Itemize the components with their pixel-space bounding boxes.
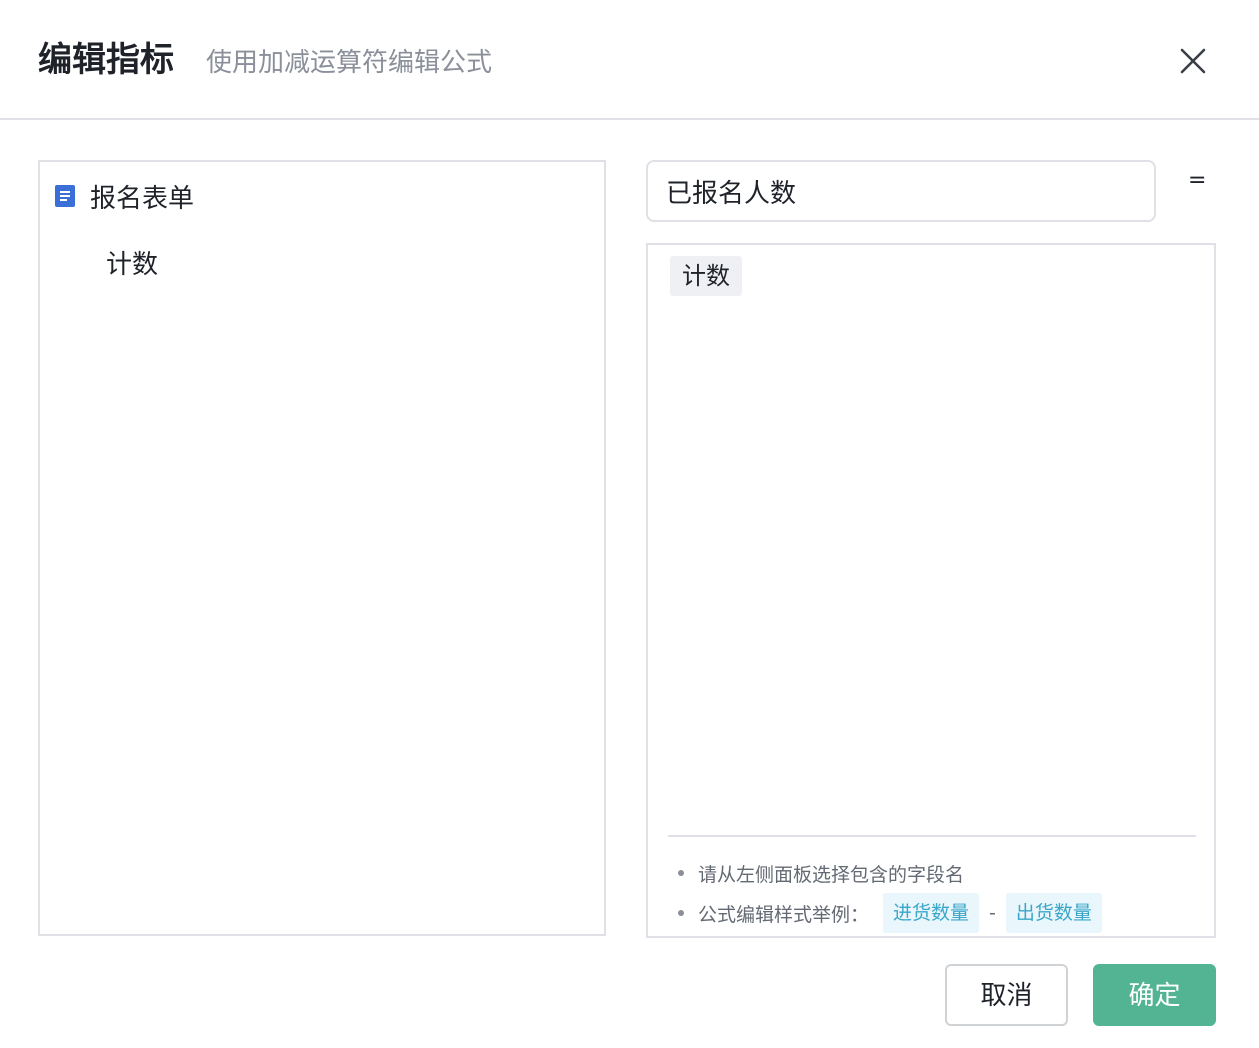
bullet-icon xyxy=(678,910,684,916)
example-operator: - xyxy=(989,902,996,924)
form-name: 报名表单 xyxy=(90,183,195,214)
confirm-button[interactable]: 确定 xyxy=(1093,964,1216,1026)
dialog-header: 编辑指标 使用加减运算符编辑公式 xyxy=(0,0,1259,120)
bullet-icon xyxy=(678,870,684,876)
edit-metric-dialog: 编辑指标 使用加减运算符编辑公式 报名表单 计数 = xyxy=(0,0,1259,1048)
tip-item: 公式编辑样式举例： 进货数量 - 出货数量 xyxy=(668,893,1196,933)
cancel-button[interactable]: 取消 xyxy=(945,964,1068,1026)
form-group-header: 报名表单 xyxy=(54,178,194,214)
document-icon xyxy=(54,184,76,208)
close-icon[interactable] xyxy=(1172,40,1214,82)
dialog-title: 编辑指标 xyxy=(38,40,174,80)
field-source-panel: 报名表单 计数 xyxy=(38,160,606,936)
metric-name-input[interactable] xyxy=(648,162,1154,220)
equals-sign: = xyxy=(1188,168,1207,193)
tip-text: 请从左侧面板选择包含的字段名 xyxy=(698,863,965,886)
dialog-subtitle: 使用加减运算符编辑公式 xyxy=(206,48,493,78)
formula-tips: 请从左侧面板选择包含的字段名 公式编辑样式举例： 进货数量 - 出货数量 xyxy=(668,835,1196,933)
tip-item: 请从左侧面板选择包含的字段名 xyxy=(668,853,1196,893)
tip-example-label: 公式编辑样式举例： xyxy=(698,903,870,926)
metric-name-field[interactable] xyxy=(646,160,1156,222)
example-chip-b: 出货数量 xyxy=(1005,893,1102,933)
formula-token[interactable]: 计数 xyxy=(670,256,742,296)
example-chip-a: 进货数量 xyxy=(883,893,980,933)
field-item-count[interactable]: 计数 xyxy=(102,242,162,283)
formula-editor[interactable]: 计数 请从左侧面板选择包含的字段名 公式编辑样式举例： 进货数量 - 出货数量 xyxy=(646,243,1216,938)
